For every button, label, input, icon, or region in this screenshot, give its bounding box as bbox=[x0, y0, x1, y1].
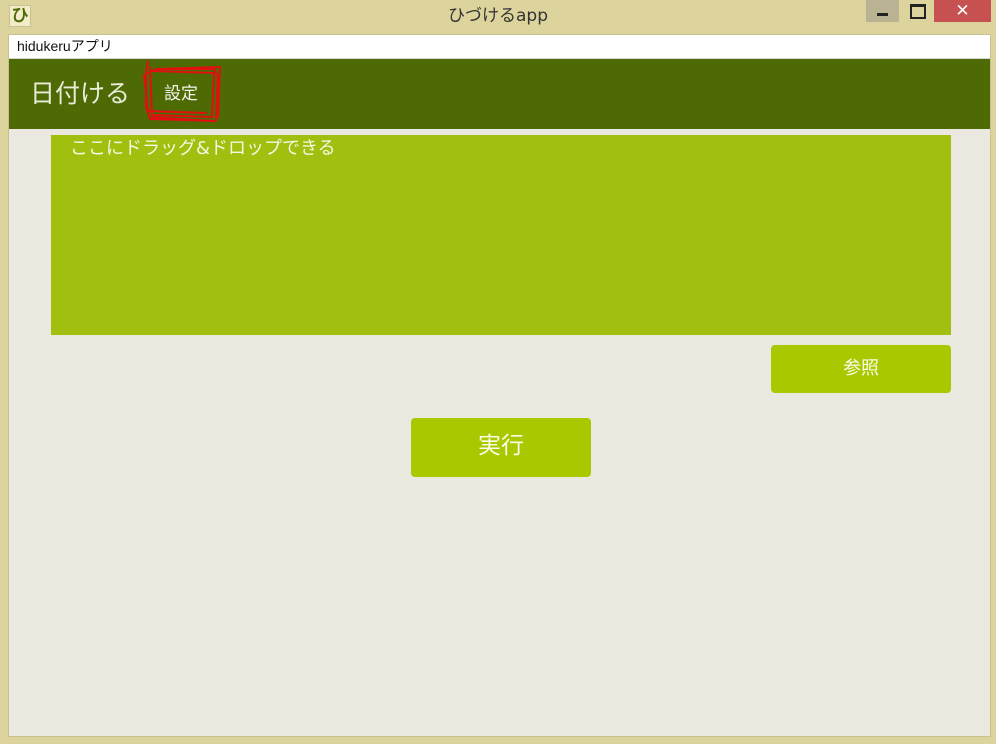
browse-button[interactable]: 参照 bbox=[771, 345, 951, 393]
run-button[interactable]: 実行 bbox=[411, 418, 591, 477]
minimize-button[interactable] bbox=[866, 0, 899, 22]
maximize-button[interactable] bbox=[900, 0, 932, 22]
app-header: 日付ける 設定 bbox=[9, 59, 990, 129]
app-brand[interactable]: 日付ける bbox=[30, 77, 130, 111]
settings-link[interactable]: 設定 bbox=[146, 69, 216, 119]
app-window-content: hidukeruアプリ 日付ける 設定 ここにドラッグ&ドロップできる 参照 実… bbox=[8, 34, 991, 737]
address-bar[interactable]: hidukeruアプリ bbox=[9, 35, 990, 59]
drop-zone-label: ここにドラッグ&ドロップできる bbox=[70, 138, 336, 159]
window-title: ひづけるapp bbox=[448, 6, 548, 26]
drop-zone[interactable]: ここにドラッグ&ドロップできる bbox=[51, 135, 951, 335]
window-title-bar[interactable]: ひ ひづけるapp ✕ bbox=[0, 0, 996, 34]
close-button[interactable]: ✕ bbox=[934, 0, 991, 22]
